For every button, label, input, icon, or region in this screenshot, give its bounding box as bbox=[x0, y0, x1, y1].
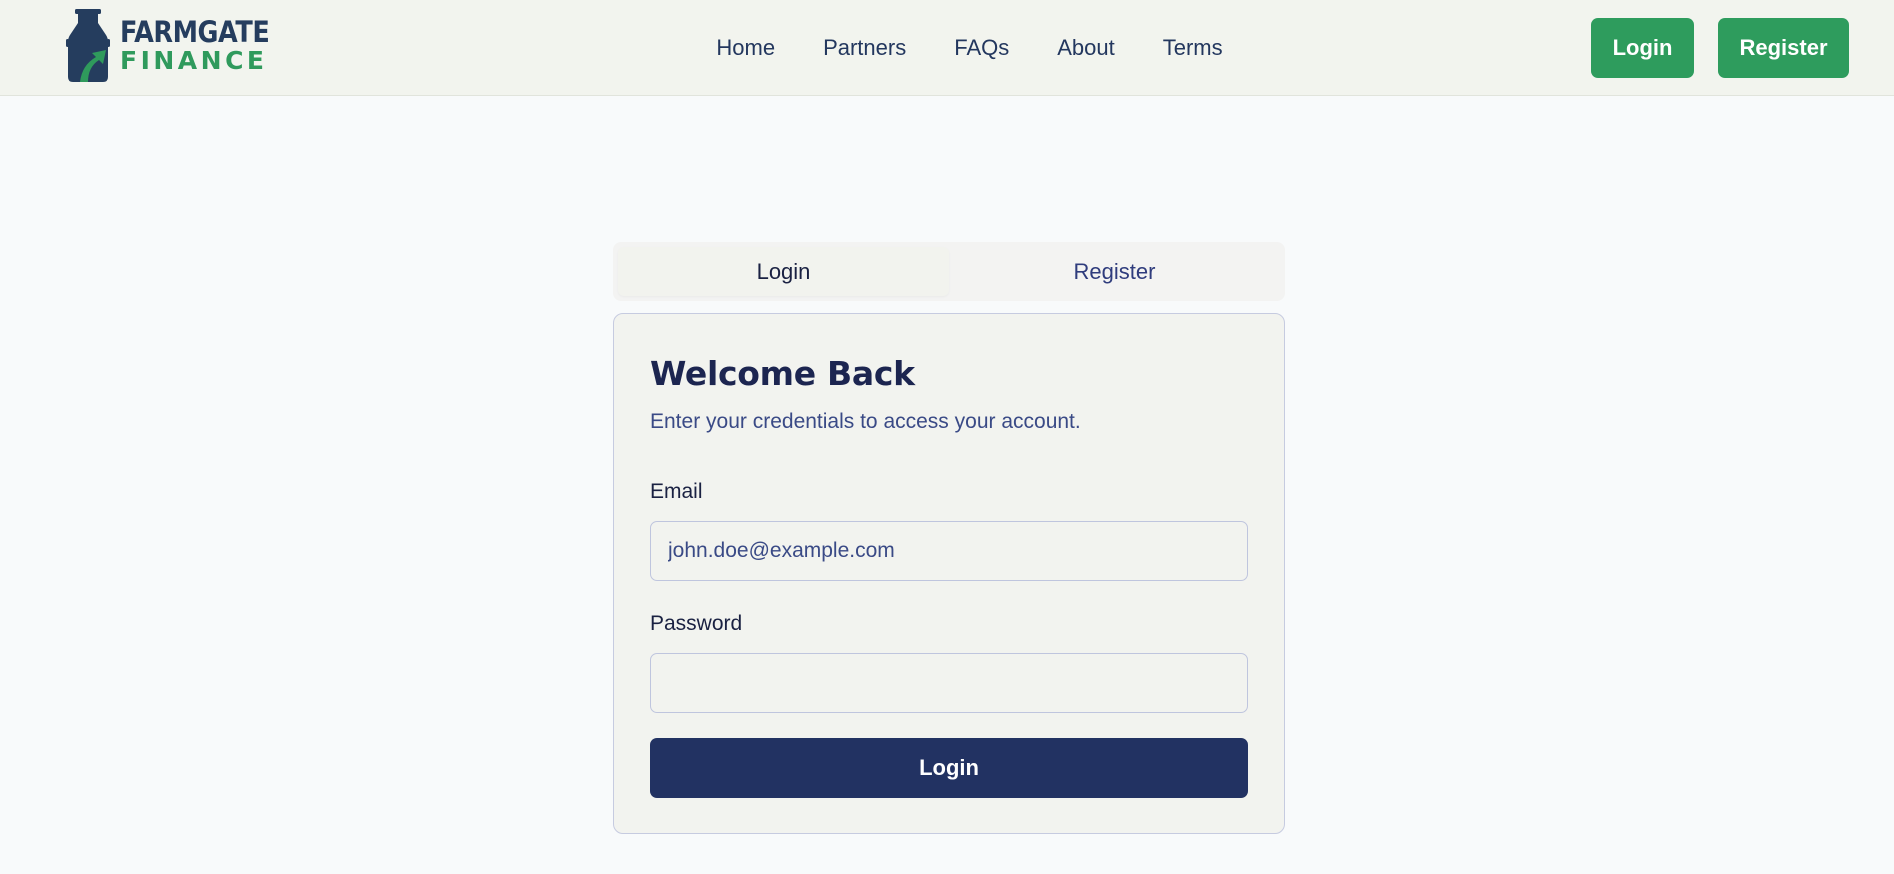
login-submit-button[interactable]: Login bbox=[650, 738, 1248, 798]
login-card: Welcome Back Enter your credentials to a… bbox=[613, 313, 1285, 834]
email-field[interactable] bbox=[650, 521, 1248, 581]
brand-logo[interactable]: FARMGATE FINANCE bbox=[66, 8, 276, 83]
tab-login[interactable]: Login bbox=[618, 247, 949, 296]
nav-link-terms[interactable]: Terms bbox=[1163, 30, 1223, 66]
nav-link-partners[interactable]: Partners bbox=[823, 30, 906, 66]
brand-name-line2: FINANCE bbox=[120, 46, 268, 75]
header-login-button[interactable]: Login bbox=[1591, 18, 1694, 78]
header-register-button[interactable]: Register bbox=[1718, 18, 1849, 78]
password-label: Password bbox=[650, 612, 743, 635]
top-navbar: FARMGATE FINANCE Home Partners FAQs Abou… bbox=[0, 0, 1894, 96]
nav-link-home[interactable]: Home bbox=[716, 30, 775, 66]
auth-tabs: Login Register bbox=[613, 242, 1285, 301]
login-title: Welcome Back bbox=[650, 354, 915, 393]
password-field[interactable] bbox=[650, 653, 1248, 713]
nav-link-about[interactable]: About bbox=[1057, 30, 1115, 66]
milk-can-logo-icon bbox=[66, 8, 110, 82]
email-label: Email bbox=[650, 480, 703, 503]
tab-register[interactable]: Register bbox=[949, 247, 1280, 296]
brand-name-line1: FARMGATE bbox=[120, 15, 270, 49]
login-subtitle: Enter your credentials to access your ac… bbox=[650, 410, 1081, 433]
nav-link-faqs[interactable]: FAQs bbox=[954, 30, 1009, 66]
brand-wordmark: FARMGATE FINANCE bbox=[120, 15, 290, 75]
